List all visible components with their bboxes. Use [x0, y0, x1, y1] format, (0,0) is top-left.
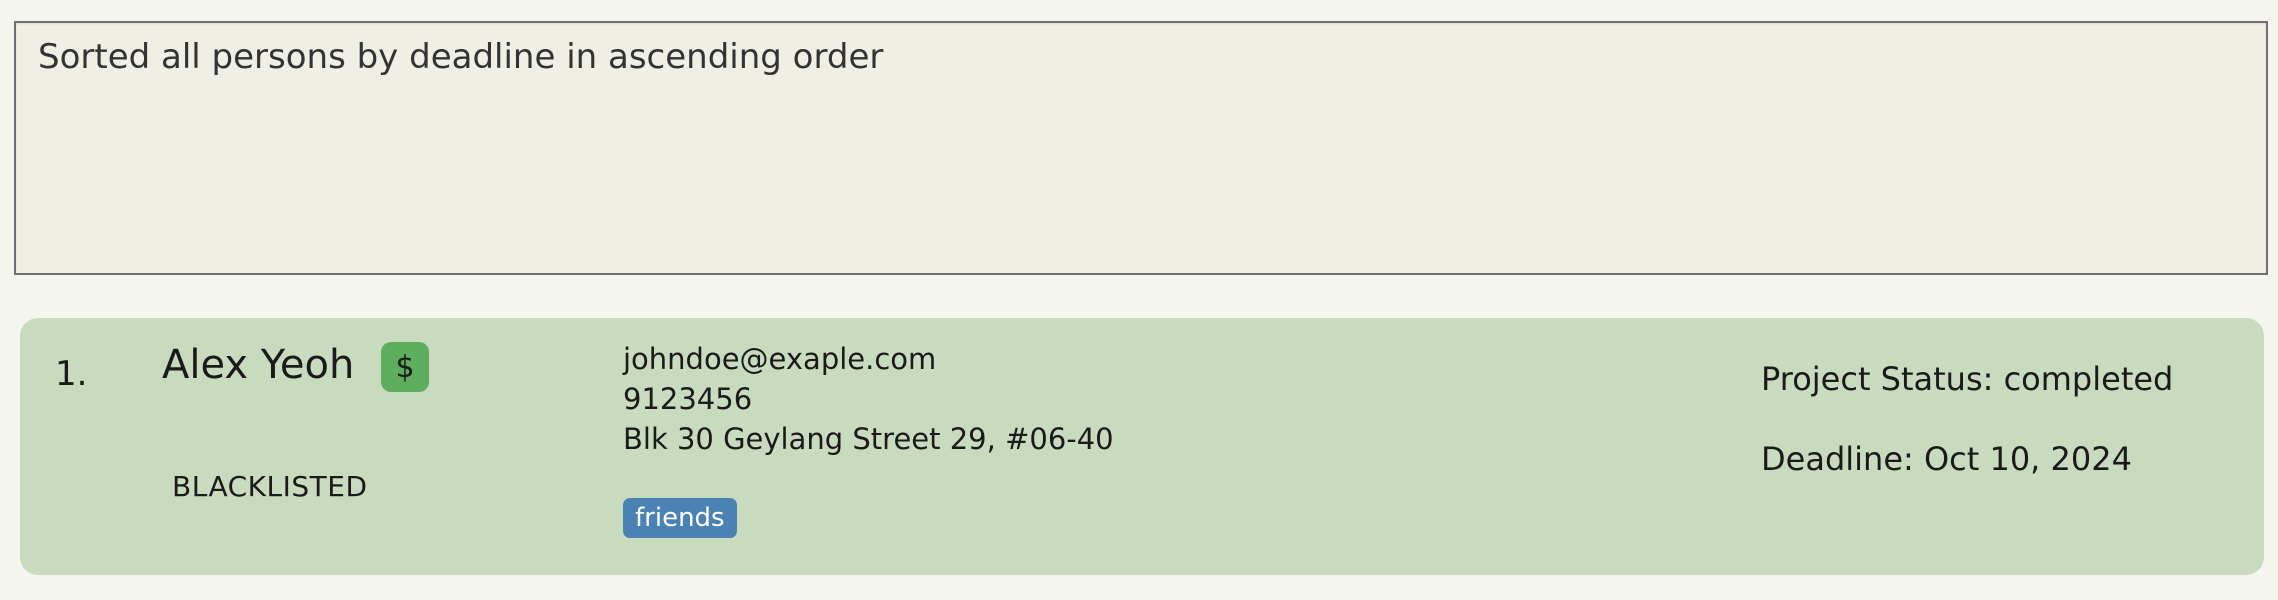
tag-friends: friends: [623, 498, 737, 538]
person-email: johndoe@exaple.com: [623, 342, 937, 376]
blacklist-status: BLACKLISTED: [172, 470, 368, 503]
deadline: Deadline: Oct 10, 2024: [1761, 440, 2132, 478]
person-address: Blk 30 Geylang Street 29, #06-40: [623, 422, 1114, 456]
project-status: Project Status: completed: [1761, 360, 2174, 398]
person-name: Alex Yeoh: [162, 342, 355, 388]
person-index: 1.: [55, 354, 88, 394]
person-phone: 9123456: [623, 382, 753, 416]
person-card[interactable]: 1. Alex Yeoh $ BLACKLISTED johndoe@exapl…: [20, 318, 2264, 575]
dollar-icon: $: [381, 342, 429, 392]
result-display[interactable]: Sorted all persons by deadline in ascend…: [14, 21, 2268, 275]
result-message: Sorted all persons by deadline in ascend…: [38, 37, 884, 77]
